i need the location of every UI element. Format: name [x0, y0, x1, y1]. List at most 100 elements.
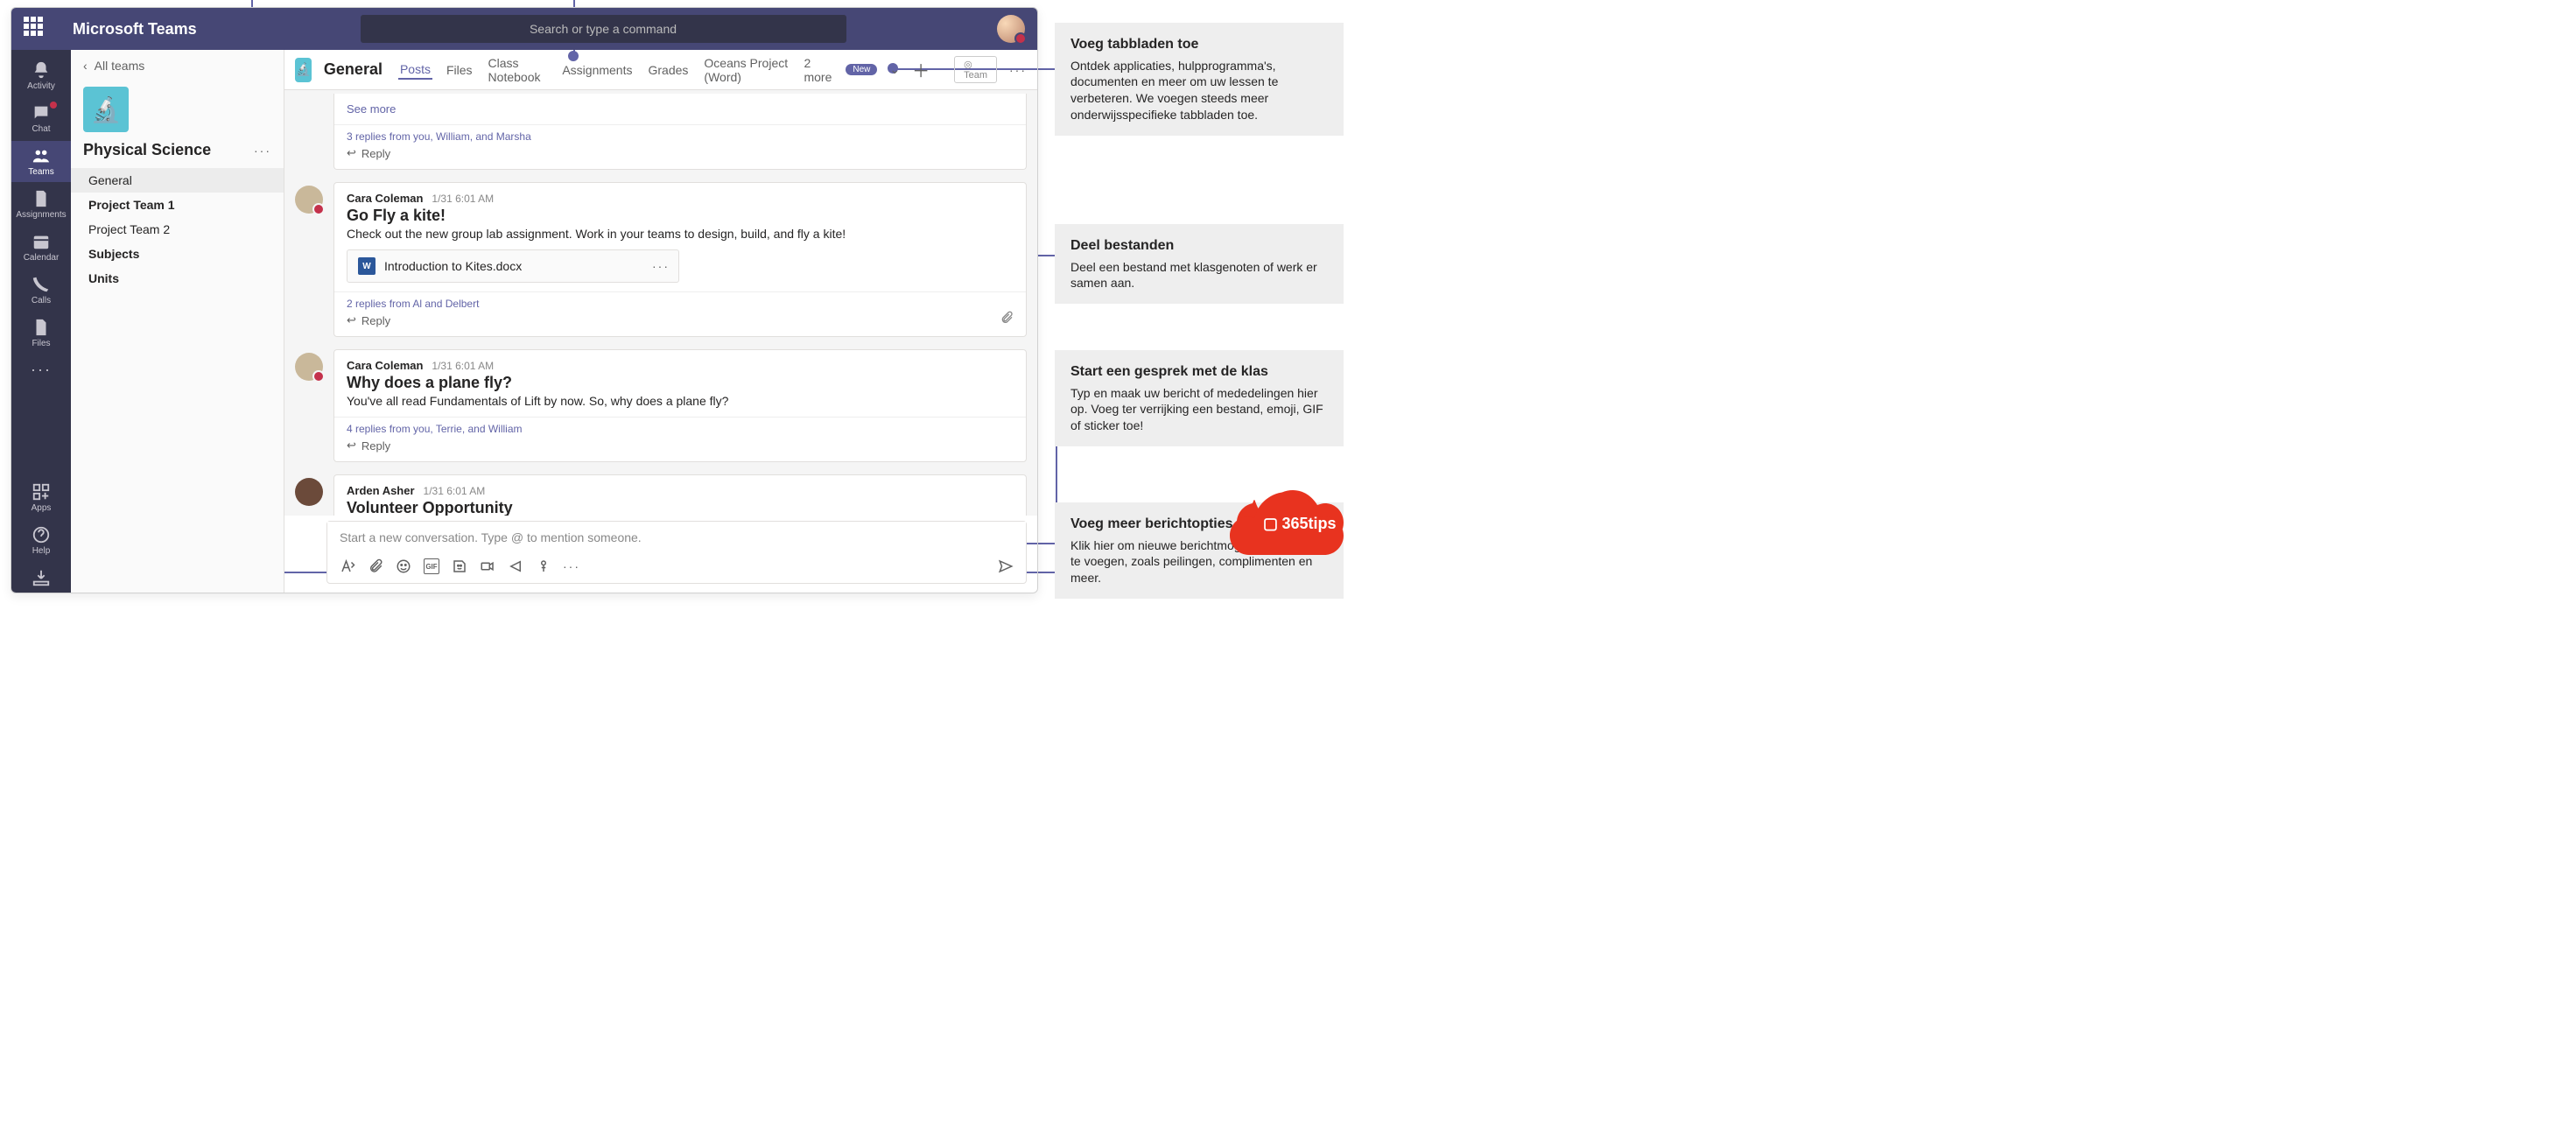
callout-conversation: Start een gesprek met de klas Typ en maa…	[1055, 350, 1344, 446]
rail-teams[interactable]: Teams	[11, 141, 71, 182]
post-title: Why does a plane fly?	[347, 374, 1014, 392]
callout-title: Voeg tabbladen toe	[1070, 35, 1328, 54]
teams-window: Microsoft Teams Activity Chat	[11, 7, 1038, 593]
rail-label: Calendar	[24, 253, 60, 263]
reply-button[interactable]: ↩ Reply	[347, 313, 1014, 327]
tab-posts[interactable]: Posts	[398, 60, 432, 80]
rail-apps[interactable]: Apps	[11, 477, 71, 518]
rail-calls[interactable]: Calls	[11, 270, 71, 311]
channel-general[interactable]: General	[71, 168, 284, 193]
tab-class-notebook[interactable]: Class Notebook	[487, 54, 549, 86]
rail-activity[interactable]: Activity	[11, 55, 71, 96]
rail-label: Help	[32, 546, 51, 556]
team-name: Physical Science	[83, 141, 211, 159]
app-title: Microsoft Teams	[73, 20, 221, 39]
tab-oceans-project[interactable]: Oceans Project (Word)	[702, 54, 790, 86]
team-filter-pill[interactable]: ◎ Team	[954, 56, 997, 83]
badge-new: New	[846, 64, 877, 75]
rail-help[interactable]: Help	[11, 520, 71, 561]
channel-item[interactable]: Project Team 1	[71, 193, 284, 217]
post-time: 1/31 6:01 AM	[432, 360, 494, 372]
emoji-icon[interactable]	[396, 558, 411, 574]
post-author: Cara Coleman	[347, 192, 423, 205]
brand-365tips-icon: ▢ 365tips	[1230, 483, 1344, 573]
tab-files[interactable]: Files	[445, 61, 474, 79]
rail-files[interactable]: Files	[11, 312, 71, 354]
author-avatar[interactable]	[295, 478, 323, 506]
rail-label: Teams	[28, 167, 53, 177]
tab-assignments[interactable]: Assignments	[560, 61, 634, 79]
add-tab-button[interactable]: ＋	[912, 57, 930, 82]
back-all-teams[interactable]: ‹ All teams	[71, 50, 284, 81]
team-avatar[interactable]: 🔬	[83, 87, 129, 132]
reply-button[interactable]: ↩ Reply	[347, 146, 1014, 160]
app-launcher-icon[interactable]	[24, 17, 48, 41]
gif-icon[interactable]: GIF	[424, 558, 439, 574]
callout-body: Deel een bestand met klasgenoten of werk…	[1070, 259, 1328, 292]
channel-title: General	[324, 60, 383, 79]
compose-box: GIF ···	[326, 521, 1027, 584]
post-title: Volunteer Opportunity	[347, 499, 1014, 516]
meet-now-icon[interactable]	[480, 558, 495, 574]
author-avatar[interactable]	[295, 353, 323, 381]
search-input[interactable]	[361, 15, 846, 43]
channel-avatar-icon: 🔬	[295, 58, 312, 82]
rail-more[interactable]: ···	[11, 355, 71, 384]
channel-panel: ‹ All teams 🔬 Physical Science ··· Gener…	[71, 50, 284, 593]
post-body: You've all read Fundamentals of Lift by …	[347, 394, 1014, 408]
post-time: 1/31 6:01 AM	[424, 485, 486, 497]
post-author: Arden Asher	[347, 484, 415, 497]
rail-download-icon[interactable]	[11, 563, 71, 593]
format-icon[interactable]	[340, 558, 355, 574]
tab-more[interactable]: 2 more	[802, 54, 833, 86]
rail-chat[interactable]: Chat	[11, 98, 71, 139]
posts-feed: See more 3 replies from you, William, an…	[284, 90, 1037, 516]
callout-body: Typ en maak uw bericht of mededelingen h…	[1070, 385, 1328, 435]
file-attachment[interactable]: W Introduction to Kites.docx ···	[347, 249, 679, 283]
callout-title: Deel bestanden	[1070, 236, 1328, 256]
team-more-icon[interactable]: ···	[254, 144, 271, 158]
rail-assignments[interactable]: Assignments	[11, 184, 71, 225]
attachment-name: Introduction to Kites.docx	[384, 259, 522, 273]
attach-icon[interactable]	[368, 558, 383, 574]
brand-label: 365tips	[1282, 515, 1337, 532]
send-icon[interactable]	[998, 558, 1014, 574]
channel-tab-bar: 🔬 General Posts Files Class Notebook Ass…	[284, 50, 1037, 90]
reply-button[interactable]: ↩ Reply	[347, 439, 1014, 453]
more-options-icon[interactable]: ···	[564, 558, 579, 574]
app-rail: Activity Chat Teams Assignments C	[11, 50, 71, 593]
post-time: 1/31 6:01 AM	[432, 193, 494, 205]
rail-label: Chat	[32, 124, 50, 134]
callout-files: Deel bestanden Deel een bestand met klas…	[1055, 224, 1344, 304]
praise-icon[interactable]	[536, 558, 551, 574]
sticker-icon[interactable]	[452, 558, 467, 574]
main-panel: 🔬 General Posts Files Class Notebook Ass…	[284, 50, 1037, 593]
replies-link[interactable]: 2 replies from Al and Delbert	[347, 298, 1014, 310]
callout-tabs: Voeg tabbladen toe Ontdek applicaties, h…	[1055, 23, 1344, 136]
back-label: All teams	[95, 59, 145, 73]
compose-input[interactable]	[327, 522, 1026, 553]
see-more-link[interactable]: See more	[347, 102, 1014, 116]
rail-label: Apps	[32, 503, 52, 513]
channel-item[interactable]: Project Team 2	[71, 217, 284, 242]
rail-calendar[interactable]: Calendar	[11, 227, 71, 268]
rail-label: Files	[32, 339, 50, 348]
stream-icon[interactable]	[508, 558, 523, 574]
compose-toolbar: GIF ···	[327, 553, 1026, 583]
chevron-down-icon[interactable]: ⌄	[889, 62, 900, 77]
chevron-left-icon: ‹	[83, 59, 88, 73]
channel-item[interactable]: Subjects	[71, 242, 284, 266]
author-avatar[interactable]	[295, 186, 323, 214]
tab-grades[interactable]: Grades	[646, 61, 690, 79]
attachment-indicator-icon	[1000, 311, 1014, 327]
channel-more-icon[interactable]: ···	[1009, 63, 1027, 77]
profile-avatar[interactable]	[997, 15, 1025, 43]
post-card: Cara Coleman 1/31 6:01 AM Go Fly a kite!…	[333, 182, 1027, 337]
rail-label: Calls	[32, 296, 51, 305]
channel-item[interactable]: Units	[71, 266, 284, 291]
replies-link[interactable]: 3 replies from you, William, and Marsha	[347, 130, 1014, 143]
post-author: Cara Coleman	[347, 359, 423, 372]
post-card: Arden Asher 1/31 6:01 AM Volunteer Oppor…	[333, 474, 1027, 516]
attachment-more-icon[interactable]: ···	[652, 259, 670, 273]
replies-link[interactable]: 4 replies from you, Terrie, and William	[347, 423, 1014, 435]
